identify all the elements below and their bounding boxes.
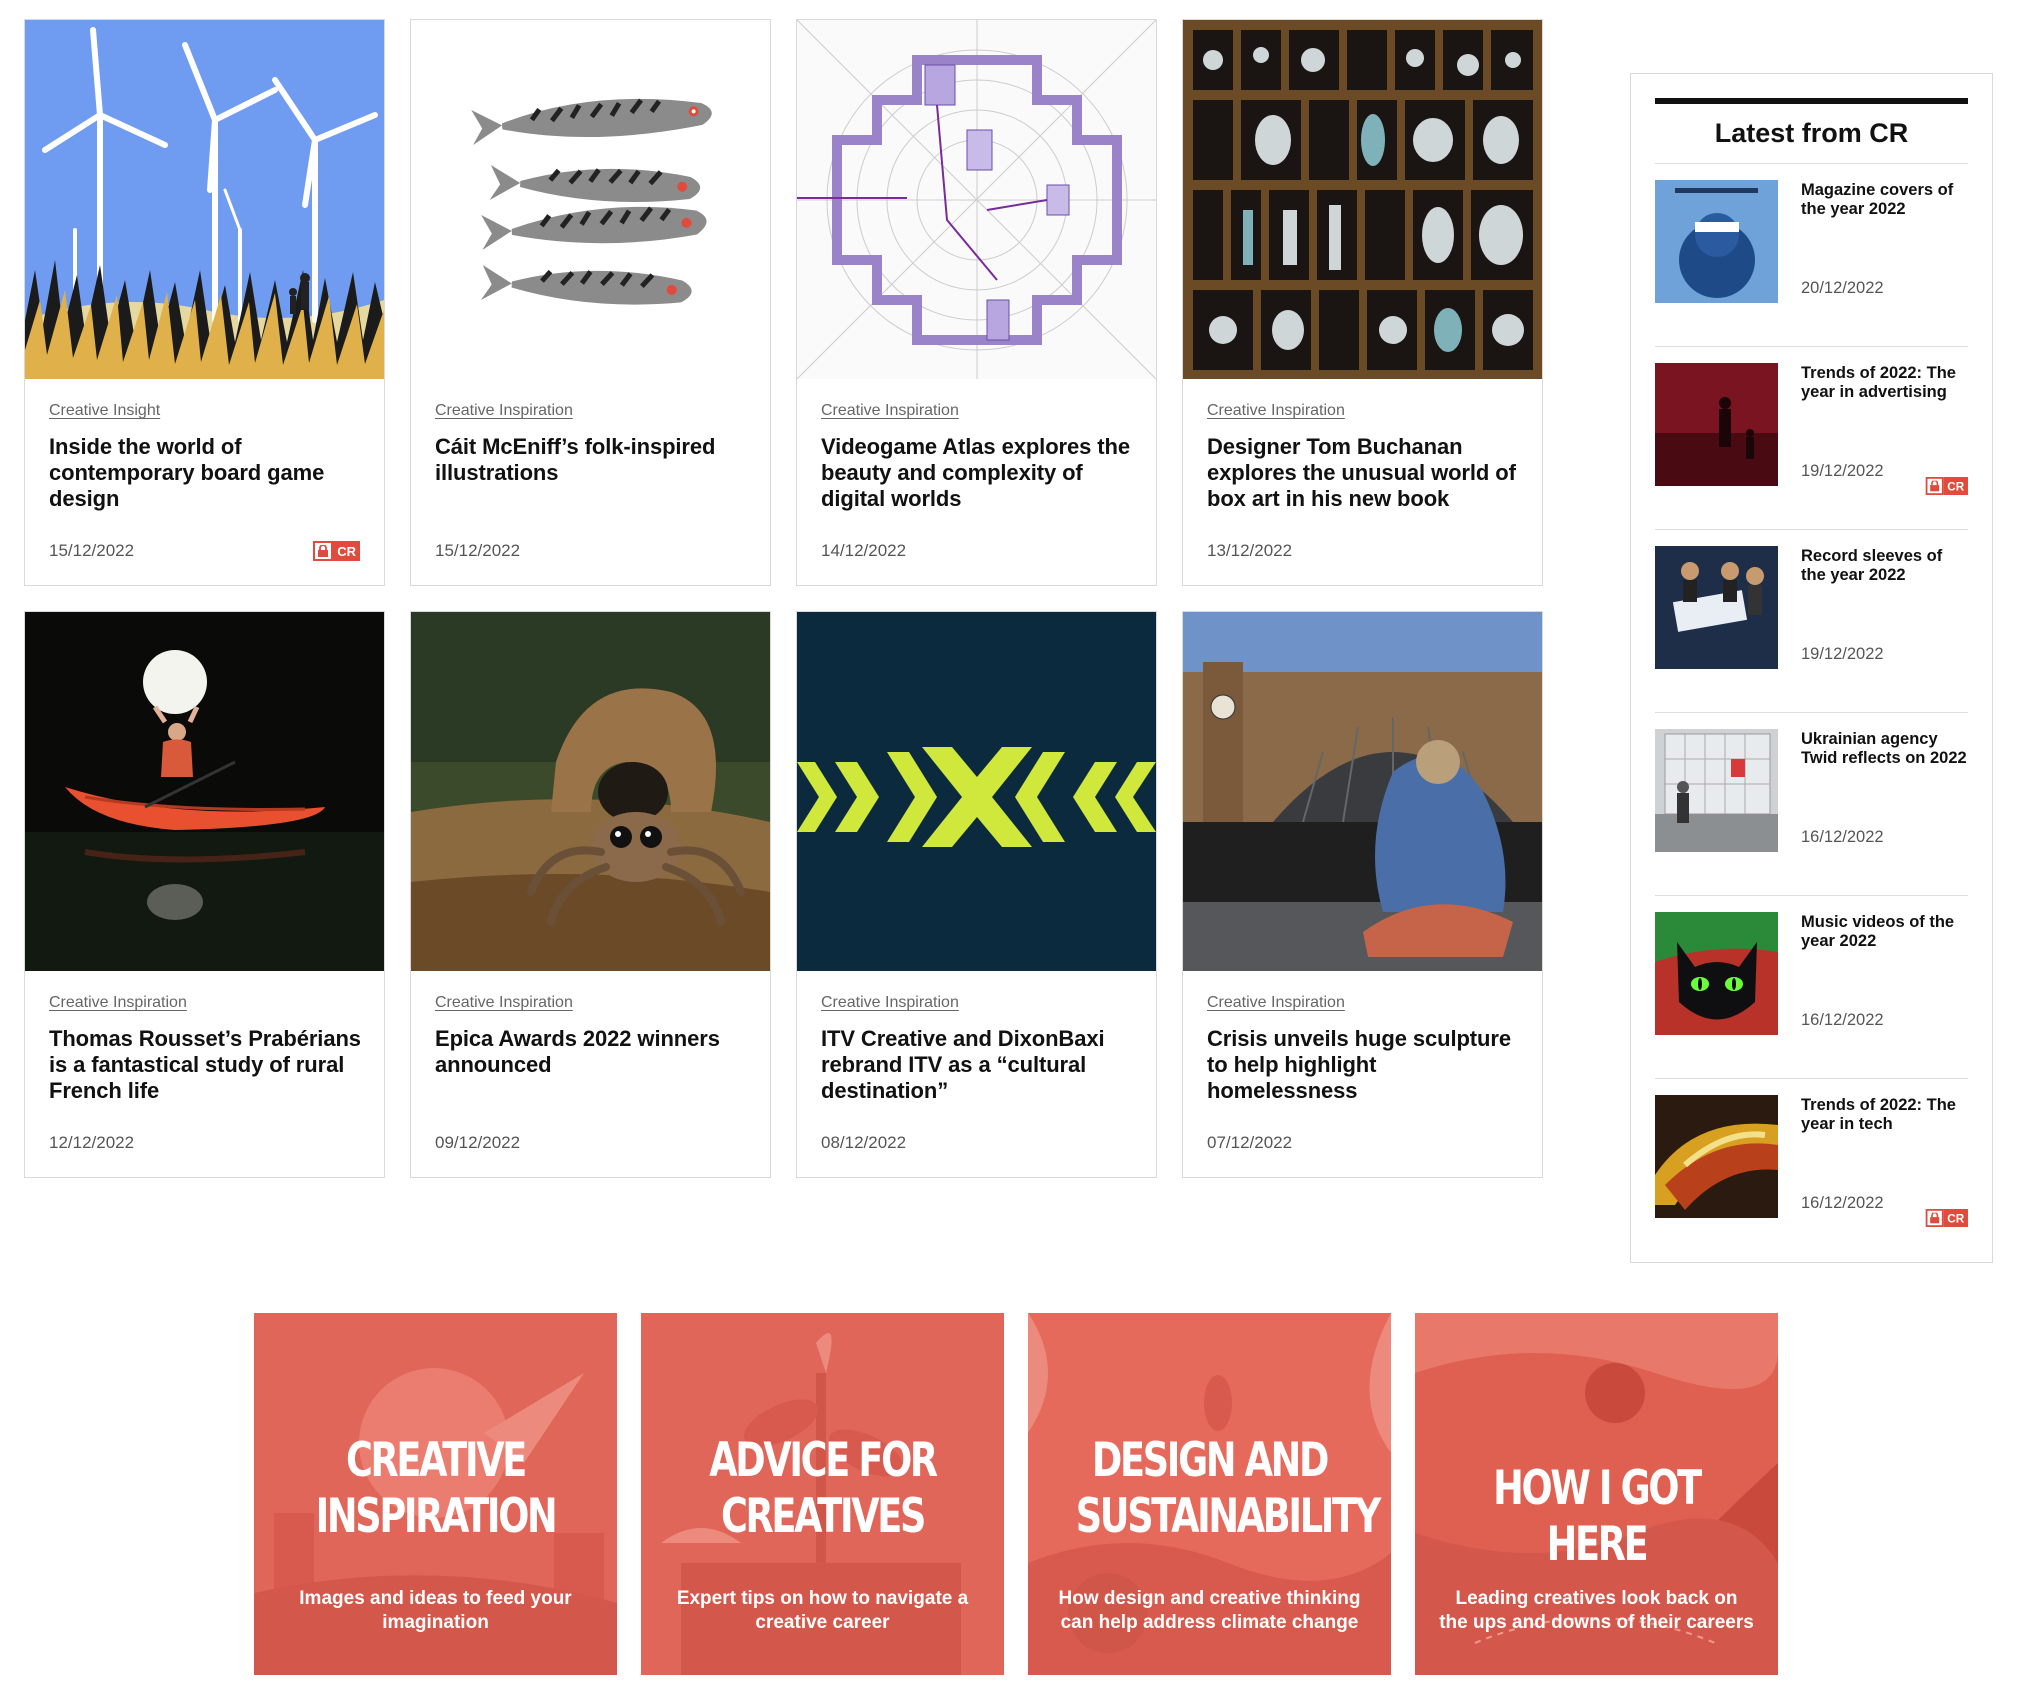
lock-icon	[313, 541, 334, 561]
promo-title-line: INSPIRATION	[315, 1489, 558, 1544]
promo-title: CREATIVE INSPIRATION	[302, 1433, 570, 1545]
article-card[interactable]: Creative Inspiration Epica Awards 2022 w…	[410, 611, 771, 1178]
promo-description: Images and ideas to feed your imaginatio…	[299, 1588, 572, 1633]
article-image[interactable]	[797, 612, 1156, 971]
sidebar-top-rule	[1655, 98, 1968, 104]
sidebar-item-date: 19/12/2022	[1801, 462, 1884, 480]
cr-label: CR	[1943, 477, 1968, 495]
promo-creative-inspiration[interactable]: CREATIVE INSPIRATION Images and ideas to…	[254, 1313, 617, 1675]
sidebar-item-date: 16/12/2022	[1801, 1194, 1884, 1212]
sidebar-item[interactable]: Record sleeves of the year 2022 19/12/20…	[1655, 530, 1968, 713]
article-title[interactable]: Videogame Atlas explores the beauty and …	[821, 434, 1136, 512]
article-card[interactable]: Creative Insight Inside the world of con…	[24, 19, 385, 586]
sidebar-item-title[interactable]: Magazine covers of the year 2022	[1801, 181, 1968, 219]
article-category-link[interactable]: Creative Inspiration	[435, 994, 573, 1012]
article-image[interactable]	[411, 612, 770, 971]
cr-premium-badge: CR	[1925, 1209, 1968, 1227]
article-card[interactable]: Creative Inspiration Crisis unveils huge…	[1182, 611, 1543, 1178]
article-category-link[interactable]: Creative Insight	[49, 402, 160, 420]
article-image[interactable]	[1183, 612, 1542, 971]
sidebar-item-title[interactable]: Ukrainian agency Twid reflects on 2022	[1801, 730, 1968, 768]
promo-title-line: SUSTAINABILITY	[1075, 1489, 1382, 1544]
sidebar-item-title[interactable]: Trends of 2022: The year in tech	[1801, 1096, 1968, 1134]
cr-premium-badge: CR	[1925, 477, 1968, 495]
promo-description: Leading creatives look back on the ups a…	[1439, 1588, 1754, 1633]
promo-title: ADVICE FOR CREATIVES	[689, 1433, 957, 1545]
promo-title-line: DESIGN AND	[1091, 1433, 1329, 1488]
sidebar-item-title[interactable]: Record sleeves of the year 2022	[1801, 547, 1968, 585]
article-grid: Creative Insight Inside the world of con…	[24, 19, 1546, 1178]
article-title[interactable]: Crisis unveils huge sculpture to help hi…	[1207, 1026, 1522, 1104]
article-card[interactable]: Creative Inspiration Designer Tom Buchan…	[1182, 19, 1543, 586]
promo-title-line: CREATIVES	[720, 1489, 926, 1544]
article-category-link[interactable]: Creative Inspiration	[49, 994, 187, 1012]
article-date: 15/12/2022	[435, 541, 521, 560]
cr-label: CR	[1943, 1209, 1968, 1227]
article-date: 15/12/2022	[49, 541, 135, 560]
sidebar-item-title[interactable]: Trends of 2022: The year in advertising	[1801, 364, 1968, 402]
promo-description: How design and creative thinking can hel…	[1058, 1588, 1361, 1633]
article-title[interactable]: Inside the world of contemporary board g…	[49, 434, 364, 512]
latest-sidebar: Latest from CR Magazine covers of the ye…	[1630, 73, 1993, 1263]
promo-advice-for-creatives[interactable]: ADVICE FOR CREATIVES Expert tips on how …	[641, 1313, 1004, 1675]
article-date: 09/12/2022	[435, 1133, 521, 1152]
sidebar-item-title[interactable]: Music videos of the year 2022	[1801, 913, 1968, 951]
article-card[interactable]: Creative Inspiration Videogame Atlas exp…	[796, 19, 1157, 586]
article-title[interactable]: Designer Tom Buchanan explores the unusu…	[1207, 434, 1522, 512]
article-title[interactable]: Cáit McEniff’s folk-inspired illustratio…	[435, 434, 750, 486]
sidebar-item-image[interactable]	[1655, 912, 1778, 1035]
promo-title: DESIGN AND SUSTAINABILITY	[1075, 1433, 1382, 1545]
sidebar-item-date: 20/12/2022	[1801, 279, 1884, 297]
promo-tiles: CREATIVE INSPIRATION Images and ideas to…	[254, 1313, 1778, 1675]
article-image[interactable]	[25, 20, 384, 379]
article-image[interactable]	[797, 20, 1156, 379]
article-category-link[interactable]: Creative Inspiration	[1207, 402, 1345, 420]
sidebar-item-image[interactable]	[1655, 180, 1778, 303]
sidebar-item[interactable]: Ukrainian agency Twid reflects on 2022 1…	[1655, 713, 1968, 896]
article-date: 13/12/2022	[1207, 541, 1293, 560]
article-category-link[interactable]: Creative Inspiration	[1207, 994, 1345, 1012]
promo-title-line: ADVICE FOR	[709, 1433, 938, 1488]
article-title[interactable]: ITV Creative and DixonBaxi rebrand ITV a…	[821, 1026, 1136, 1104]
cr-label: CR	[333, 541, 360, 561]
sidebar-item-image[interactable]	[1655, 1095, 1778, 1218]
sidebar-item-date: 19/12/2022	[1801, 645, 1884, 663]
promo-design-and-sustainability[interactable]: DESIGN AND SUSTAINABILITY How design and…	[1028, 1313, 1391, 1675]
lock-icon	[1925, 1209, 1944, 1227]
sidebar-item[interactable]: Magazine covers of the year 2022 20/12/2…	[1655, 164, 1968, 347]
sidebar-item[interactable]: Music videos of the year 2022 16/12/2022	[1655, 896, 1968, 1079]
article-image[interactable]	[411, 20, 770, 379]
sidebar-item-date: 16/12/2022	[1801, 1011, 1884, 1029]
promo-title-line: CREATIVE	[345, 1433, 527, 1488]
article-image[interactable]	[1183, 20, 1542, 379]
article-image[interactable]	[25, 612, 384, 971]
article-card[interactable]: Creative Inspiration ITV Creative and Di…	[796, 611, 1157, 1178]
sidebar-item-image[interactable]	[1655, 546, 1778, 669]
article-title[interactable]: Thomas Rousset’s Prabérians is a fantast…	[49, 1026, 364, 1104]
article-title[interactable]: Epica Awards 2022 winners announced	[435, 1026, 750, 1078]
sidebar-item-image[interactable]	[1655, 729, 1778, 852]
promo-title: HOW I GOT HERE	[1463, 1461, 1731, 1573]
article-card[interactable]: Creative Inspiration Cáit McEniff’s folk…	[410, 19, 771, 586]
sidebar-heading: Latest from CR	[1714, 118, 1909, 148]
lock-icon	[1925, 477, 1944, 495]
article-category-link[interactable]: Creative Inspiration	[435, 402, 573, 420]
article-date: 07/12/2022	[1207, 1133, 1293, 1152]
article-date: 08/12/2022	[821, 1133, 907, 1152]
sidebar-item-image[interactable]	[1655, 363, 1778, 486]
promo-title-line: HOW I GOT HERE	[1493, 1461, 1702, 1572]
sidebar-item[interactable]: Trends of 2022: The year in tech 16/12/2…	[1655, 1079, 1968, 1262]
article-category-link[interactable]: Creative Inspiration	[821, 402, 959, 420]
sidebar-item[interactable]: Trends of 2022: The year in advertising …	[1655, 347, 1968, 530]
article-date: 14/12/2022	[821, 541, 907, 560]
promo-description: Expert tips on how to navigate a creativ…	[676, 1588, 969, 1633]
cr-premium-badge: CR	[313, 541, 360, 561]
article-category-link[interactable]: Creative Inspiration	[821, 994, 959, 1012]
article-card[interactable]: Creative Inspiration Thomas Rousset’s Pr…	[24, 611, 385, 1178]
article-date: 12/12/2022	[49, 1133, 135, 1152]
promo-how-i-got-here[interactable]: HOW I GOT HERE Leading creatives look ba…	[1415, 1313, 1778, 1675]
sidebar-item-date: 16/12/2022	[1801, 828, 1884, 846]
